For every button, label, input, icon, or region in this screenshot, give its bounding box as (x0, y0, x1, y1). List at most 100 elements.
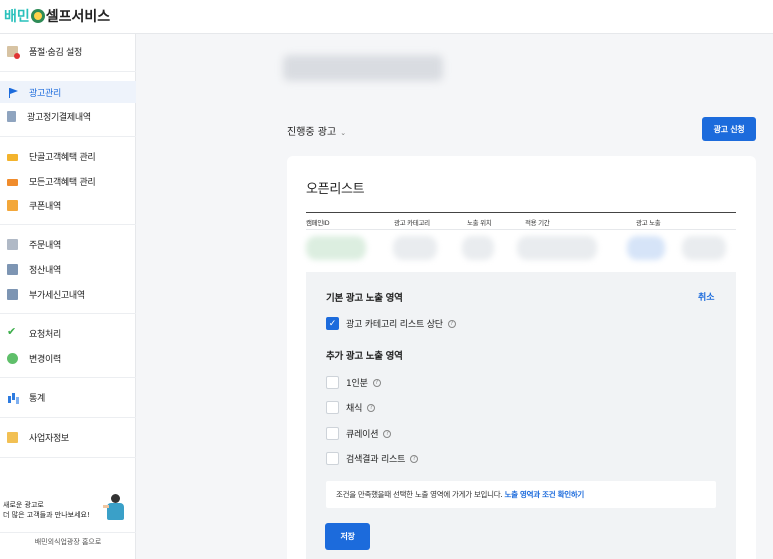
divider (0, 313, 136, 314)
help-icon[interactable]: ? (410, 454, 419, 463)
divider (0, 457, 136, 458)
promo-line: 더 많은 고객들과 만나보세요! (3, 511, 90, 519)
extra-exposure-title: 추가 광고 노출 영역 (326, 351, 403, 362)
sidebar-item-label: 광고관리 (29, 88, 61, 99)
logo-badge-icon (30, 9, 45, 23)
document-icon (7, 110, 16, 122)
card-title: 오픈리스트 (306, 182, 365, 197)
help-icon[interactable]: ? (372, 378, 381, 387)
help-icon[interactable]: ? (447, 319, 456, 328)
sidebar-item-label: 부가세신고내역 (29, 290, 85, 301)
blurred-cell (517, 236, 597, 260)
promo-illustration-icon (103, 494, 127, 522)
option-search-results[interactable]: 검색결과 리스트 ? (326, 452, 419, 465)
exposure-conditions-link[interactable]: 노출 영역과 조건 확인하기 (504, 490, 584, 499)
sidebar-item-label: 광고정기결제내역 (27, 112, 91, 123)
column-header: 캠페인ID (306, 219, 330, 227)
option-single-serving[interactable]: 1인분 ? (326, 376, 381, 389)
note-text: 조건을 만족했을때 선택한 노출 영역에 가게가 보입니다. (336, 490, 505, 499)
flag-icon (7, 87, 18, 98)
sidebar: 품절·숨김 설정 광고관리 광고정기결제내역 단골고객혜택 관리 모든고객혜택 … (0, 34, 136, 559)
logo-text-right: 셀프서비스 (45, 9, 111, 25)
option-label: 광고 카테고리 리스트 상단 (346, 320, 443, 330)
clipboard-icon (7, 238, 18, 250)
folder-alert-icon (7, 45, 20, 59)
sidebar-item-coupon-history[interactable]: 쿠폰내역 (0, 194, 136, 216)
check-icon (7, 325, 18, 339)
home-link[interactable]: 배민외식업광장 홈으로 (0, 532, 136, 559)
blurred-cell (306, 236, 366, 260)
sidebar-item-label: 통계 (29, 393, 45, 404)
column-header: 광고 카테고리 (394, 219, 430, 227)
sidebar-item-ad-billing[interactable]: 광고정기결제내역 (0, 105, 136, 127)
blurred-cell (627, 236, 665, 260)
sidebar-item-regular-benefit[interactable]: 단골고객혜택 관리 (0, 145, 136, 167)
ad-status-dropdown[interactable]: 진행중 광고 ⌄ (287, 123, 346, 138)
option-label: 검색결과 리스트 (346, 455, 406, 465)
bar-chart-icon (7, 392, 18, 403)
option-category-list-top[interactable]: ✓ 광고 카테고리 리스트 상단 ? (326, 317, 456, 330)
checkbox[interactable] (326, 376, 339, 389)
divider (0, 377, 136, 378)
divider (0, 136, 136, 137)
sidebar-item-statistics[interactable]: 통계 (0, 386, 136, 408)
apply-ad-button[interactable]: 광고 신청 (702, 117, 756, 141)
blurred-cell (462, 236, 494, 260)
exposure-note: 조건을 만족했을때 선택한 노출 영역에 가게가 보입니다. 노출 영역과 조건… (326, 481, 716, 508)
sidebar-item-settlement[interactable]: 정산내역 (0, 258, 136, 280)
sidebar-item-orders[interactable]: 주문내역 (0, 233, 136, 255)
promo-banner[interactable]: 새로운 광고로 더 많은 고객들과 만나보세요! (3, 500, 90, 520)
save-button[interactable]: 저장 (325, 523, 370, 550)
option-curation[interactable]: 큐레이션 ? (326, 427, 392, 440)
option-vegetarian[interactable]: 채식 ? (326, 401, 376, 414)
sidebar-item-business-info[interactable]: 사업자정보 (0, 426, 136, 448)
id-card-icon (7, 431, 18, 443)
cancel-link[interactable]: 취소 (698, 290, 715, 303)
sidebar-item-label: 사업자정보 (29, 433, 69, 444)
chevron-down-icon: ⌄ (340, 129, 347, 137)
coupon-icon (7, 178, 18, 186)
blurred-cell (682, 236, 726, 260)
sidebar-item-label: 요청처리 (29, 329, 61, 340)
checkbox-checked-icon[interactable]: ✓ (326, 317, 339, 330)
dropdown-value: 진행중 광고 (287, 127, 337, 138)
option-label: 1인분 (346, 379, 368, 389)
sidebar-item-label: 품절·숨김 설정 (29, 47, 83, 58)
option-label: 큐레이션 (346, 430, 379, 440)
sidebar-item-label: 쿠폰내역 (29, 201, 61, 212)
column-header: 적용 기간 (525, 219, 550, 227)
exposure-settings-panel: 기본 광고 노출 영역 취소 ✓ 광고 카테고리 리스트 상단 ? 추가 광고 … (306, 272, 736, 559)
checkbox[interactable] (326, 401, 339, 414)
top-bar: 배민 셀프서비스 (0, 0, 773, 34)
divider (0, 71, 136, 72)
column-header: 노출 위치 (467, 219, 492, 227)
sidebar-item-requests[interactable]: 요청처리 (0, 322, 136, 344)
divider (0, 224, 136, 225)
openlist-card: 오픈리스트 캠페인ID 광고 카테고리 노출 위치 적용 기간 광고 노출 기본… (287, 156, 756, 559)
table-header: 캠페인ID 광고 카테고리 노출 위치 적용 기간 광고 노출 (306, 212, 736, 230)
blurred-cell (393, 236, 437, 260)
sidebar-item-all-benefit[interactable]: 모든고객혜택 관리 (0, 170, 136, 192)
promo-line: 새로운 광고로 (3, 501, 44, 509)
option-label: 채식 (346, 404, 363, 414)
help-icon[interactable]: ? (383, 429, 392, 438)
help-icon[interactable]: ? (367, 403, 376, 412)
calculator-icon (7, 288, 18, 300)
sidebar-item-label: 변경이력 (29, 354, 61, 365)
sidebar-item-label: 모든고객혜택 관리 (29, 177, 96, 188)
column-header: 광고 노출 (636, 219, 661, 227)
sidebar-item-vat[interactable]: 부가세신고내역 (0, 283, 136, 305)
sidebar-item-label: 단골고객혜택 관리 (29, 152, 96, 163)
sidebar-item-soldout[interactable]: 품절·숨김 설정 (0, 40, 136, 62)
sidebar-item-ad-management[interactable]: 광고관리 (0, 81, 136, 103)
logo-text-left: 배민 (4, 9, 30, 25)
checkbox[interactable] (326, 427, 339, 440)
box-icon (7, 199, 18, 211)
sidebar-item-change-history[interactable]: 변경이력 (0, 347, 136, 369)
calculator-icon (7, 263, 18, 275)
sidebar-item-label: 정산내역 (29, 265, 61, 276)
blurred-page-title (283, 55, 443, 81)
checkbox[interactable] (326, 452, 339, 465)
divider (0, 417, 136, 418)
logo[interactable]: 배민 셀프서비스 (4, 6, 110, 26)
